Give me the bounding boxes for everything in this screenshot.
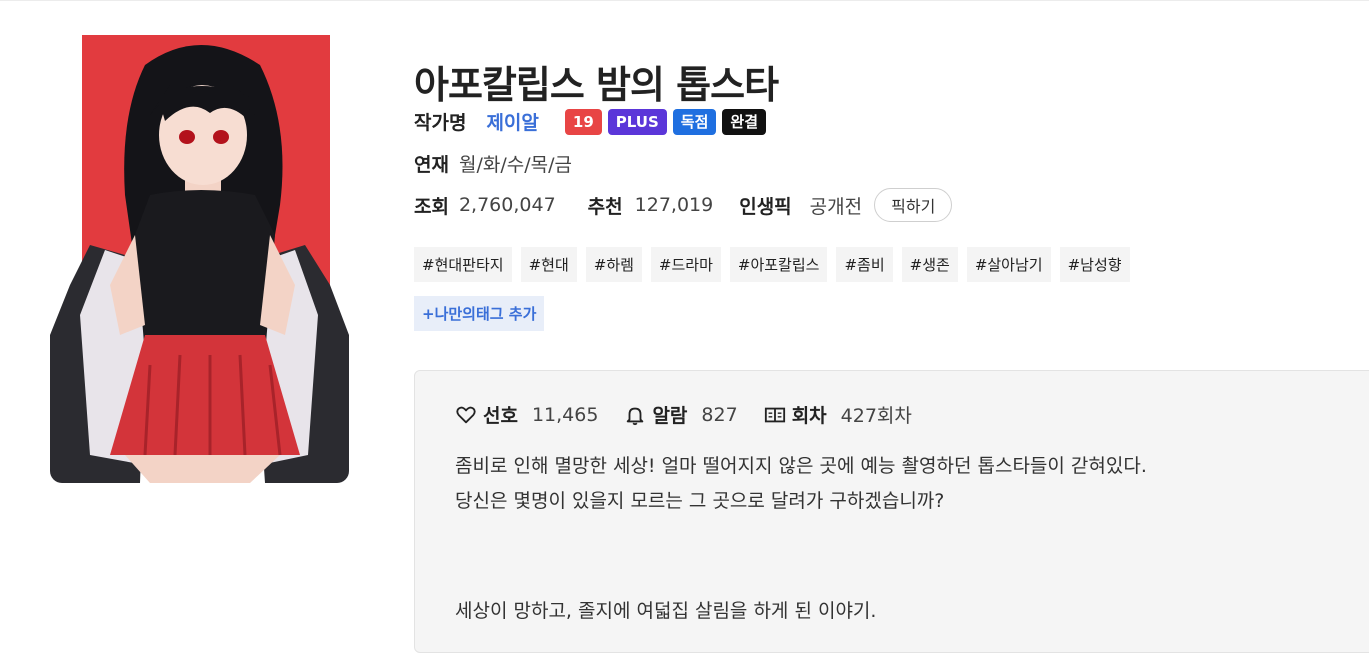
- schedule-row: 연재 월/화/수/목/금: [414, 150, 572, 177]
- author-link[interactable]: 제이알: [486, 108, 538, 135]
- life-pick-status: 공개전: [809, 195, 863, 218]
- like-stat[interactable]: 선호 11,465: [455, 401, 598, 428]
- top-divider: [0, 0, 1369, 1]
- exclusive-badge: 독점: [672, 108, 717, 135]
- tag-item[interactable]: #하렘: [585, 247, 642, 282]
- add-my-tag-button[interactable]: +나만의태그 추가: [414, 296, 545, 331]
- bell-icon: [624, 404, 646, 426]
- description-line: 세상이 망하고, 졸지에 여덟집 살림을 하게 된 이야기.: [455, 600, 877, 622]
- recommend-value: 127,019: [634, 194, 714, 216]
- alarm-stat[interactable]: 알람 827: [624, 401, 738, 428]
- alarm-label: 알람: [652, 405, 688, 427]
- tag-item[interactable]: #생존: [901, 247, 958, 282]
- summary-box: 선호 11,465 알람 827 회차 427회차 좀비로 인해 멸망한 세상!…: [414, 370, 1369, 653]
- plus-badge: PLUS: [607, 108, 667, 135]
- work-stats: 선호 11,465 알람 827 회차 427회차: [455, 401, 938, 428]
- views-label: 조회: [414, 195, 449, 218]
- tag-item[interactable]: #아포칼립스: [729, 247, 828, 282]
- tag-list: #현대판타지 #현대 #하렘 #드라마 #아포칼립스 #좀비 #생존 #살아남기…: [414, 247, 1139, 282]
- episode-value: 427회차: [840, 405, 912, 427]
- age-19-badge: 19: [564, 108, 602, 135]
- completed-badge: 완결: [722, 108, 767, 135]
- description-line: 좀비로 인해 멸망한 세상! 얼마 떨어지지 않은 곳에 예능 촬영하던 톱스타…: [455, 455, 1147, 477]
- life-pick-label: 인생픽: [739, 195, 792, 218]
- description-line: 당신은 몇명이 있을지 모르는 그 곳으로 달려가 구하겠습니까?: [455, 490, 945, 512]
- like-label: 선호: [483, 405, 518, 427]
- episode-stat: 회차 427회차: [764, 401, 912, 428]
- stats-row: 조회 2,760,047 추천 127,019 인생픽 공개전 픽하기: [414, 188, 953, 222]
- tag-item[interactable]: #좀비: [836, 247, 893, 282]
- views-value: 2,760,047: [458, 194, 556, 216]
- like-value: 11,465: [531, 403, 599, 426]
- heart-icon: [455, 404, 477, 426]
- tag-item[interactable]: #현대: [520, 247, 577, 282]
- cover-image[interactable]: [50, 35, 349, 483]
- pick-button[interactable]: 픽하기: [874, 188, 953, 222]
- author-label: 작가명: [414, 112, 467, 134]
- tag-item[interactable]: #현대판타지: [414, 247, 512, 282]
- work-title: 아포칼립스 밤의 톱스타: [414, 63, 779, 107]
- episode-label: 회차: [791, 405, 827, 427]
- tag-item[interactable]: #드라마: [650, 247, 721, 282]
- book-icon: [764, 404, 786, 426]
- tag-item[interactable]: #남성향: [1059, 247, 1130, 282]
- schedule-label: 연재: [414, 154, 449, 176]
- tag-item[interactable]: #살아남기: [966, 247, 1051, 282]
- alarm-value: 827: [701, 403, 738, 426]
- author-row: 작가명 제이알 19 PLUS 독점 완결: [414, 108, 767, 135]
- schedule-value: 월/화/수/목/금: [458, 154, 572, 176]
- recommend-label: 추천: [587, 195, 623, 218]
